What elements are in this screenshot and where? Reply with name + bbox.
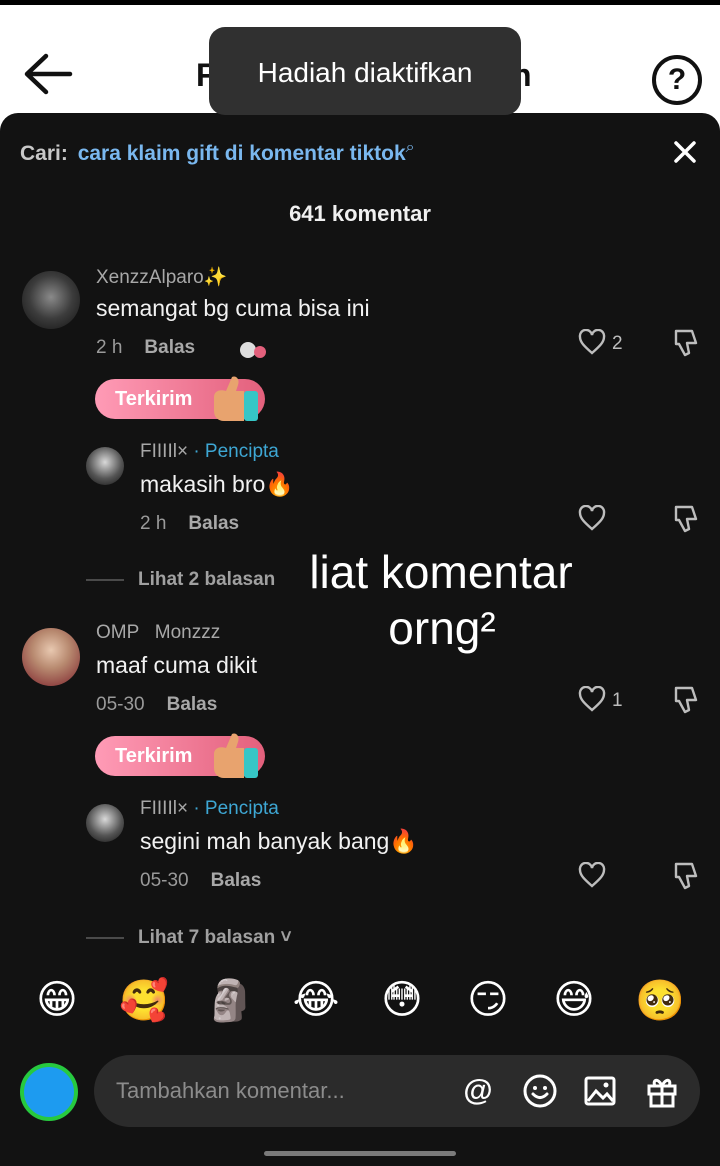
view-replies-button[interactable]: Lihat 7 balasan ˅ xyxy=(86,927,292,949)
close-icon[interactable] xyxy=(668,135,702,169)
comment-meta: 2 h Balas xyxy=(96,337,195,359)
like-button[interactable] xyxy=(578,860,638,894)
comment-text: maaf cuma dikit xyxy=(96,652,258,678)
emoji-option[interactable]: 😅 xyxy=(544,977,604,1023)
gift-icon[interactable] xyxy=(644,1073,680,1109)
comment-text: segini mah banyak bang🔥 xyxy=(140,828,418,854)
search-icon: ⌕ xyxy=(405,139,415,156)
comment-input-box[interactable]: @ xyxy=(94,1055,700,1127)
dislike-icon[interactable] xyxy=(670,860,702,892)
view-replies-button[interactable]: Lihat 2 balasan xyxy=(86,569,275,591)
emoji-option[interactable]: 🥰 xyxy=(114,977,174,1024)
heart-icon xyxy=(578,686,606,712)
comment-meta: 05-30 Balas xyxy=(140,870,261,892)
avatar[interactable] xyxy=(20,1063,78,1121)
comment-count: 641 komentar xyxy=(289,201,431,226)
view-replies-label[interactable]: Lihat 2 balasan xyxy=(138,569,275,590)
gift-sticker-icon xyxy=(240,342,266,358)
comment-username-text[interactable]: FIIIIl× xyxy=(140,441,188,462)
heart-icon xyxy=(578,329,606,355)
view-replies-label[interactable]: Lihat 7 balasan ˅ xyxy=(138,927,292,948)
avatar[interactable] xyxy=(22,628,80,686)
comment-username[interactable]: XenzzAlparo✨ xyxy=(96,265,227,289)
reply-button[interactable]: Balas xyxy=(144,337,195,358)
back-arrow-icon[interactable] xyxy=(22,51,74,97)
creator-tag: · Pencipta xyxy=(193,441,279,462)
like-button[interactable]: 2 xyxy=(578,327,638,361)
emoji-quick-bar: 😁 🥰 🗿 😂 😳 😏 😅 🥺 xyxy=(0,977,720,1037)
comment-composer: @ xyxy=(0,1053,720,1133)
like-button[interactable] xyxy=(578,503,638,537)
comment-time: 05-30 xyxy=(96,694,145,715)
thumbs-up-icon xyxy=(214,376,258,421)
emoji-option[interactable]: 😳 xyxy=(372,977,432,1023)
reply-button[interactable]: Balas xyxy=(188,513,239,534)
divider xyxy=(86,578,124,581)
overlay-caption-line1: liat komentar xyxy=(309,546,573,598)
avatar[interactable] xyxy=(86,804,124,842)
gift-sent-label: Terkirim xyxy=(115,745,193,767)
comment-username[interactable]: FIIIIl× · Pencipta xyxy=(140,798,279,820)
heart-icon xyxy=(578,862,606,888)
overlay-caption-line2: orng² xyxy=(388,602,496,654)
emoji-option[interactable]: 😁 xyxy=(27,977,87,1023)
creator-tag: · Pencipta xyxy=(193,798,279,819)
emoji-icon[interactable] xyxy=(522,1073,558,1109)
like-count: 1 xyxy=(612,690,623,711)
avatar[interactable] xyxy=(22,271,80,329)
home-indicator xyxy=(264,1151,456,1156)
comment-input[interactable] xyxy=(116,1075,446,1107)
comment-meta: 2 h Balas xyxy=(140,513,239,535)
emoji-option[interactable]: 🗿 xyxy=(200,977,260,1024)
search-prefix: Cari: xyxy=(20,142,68,165)
overlay-caption: liat komentar orng² xyxy=(288,544,594,656)
comment-username[interactable]: FIIIIl× · Pencipta xyxy=(140,441,279,463)
divider xyxy=(86,936,124,939)
comment-username[interactable]: OMP Monzzz xyxy=(96,622,220,644)
emoji-option[interactable]: 🥺 xyxy=(630,977,690,1024)
like-button[interactable]: 1 xyxy=(578,684,638,718)
comment-username-text[interactable]: FIIIIl× xyxy=(140,798,188,819)
comment-time: 05-30 xyxy=(140,870,189,891)
avatar[interactable] xyxy=(86,447,124,485)
comment-text: semangat bg cuma bisa ini xyxy=(96,295,370,321)
dislike-icon[interactable] xyxy=(670,327,702,359)
image-icon[interactable] xyxy=(582,1073,618,1109)
toast-notification: Hadiah diaktifkan xyxy=(209,27,521,115)
like-count: 2 xyxy=(612,333,623,354)
reply-button[interactable]: Balas xyxy=(211,870,262,891)
comment-text: makasih bro🔥 xyxy=(140,471,294,497)
comment-meta: 05-30 Balas xyxy=(96,694,217,716)
dislike-icon[interactable] xyxy=(670,684,702,716)
emoji-option[interactable]: 😂 xyxy=(286,977,346,1023)
reply-button[interactable]: Balas xyxy=(167,694,218,715)
dislike-icon[interactable] xyxy=(670,503,702,535)
gift-sent-label: Terkirim xyxy=(115,388,193,410)
heart-icon xyxy=(578,505,606,531)
comment-time: 2 h xyxy=(96,337,123,358)
comment-time: 2 h xyxy=(140,513,167,534)
help-icon[interactable]: ? xyxy=(652,55,702,105)
emoji-option[interactable]: 😏 xyxy=(458,977,518,1023)
mention-icon[interactable]: @ xyxy=(460,1073,496,1109)
search-query-link[interactable]: cara klaim gift di komentar tiktok xyxy=(78,142,406,165)
thumbs-up-icon xyxy=(214,733,258,778)
search-suggestion[interactable]: Cari: cara klaim gift di komentar tiktok… xyxy=(20,139,415,166)
